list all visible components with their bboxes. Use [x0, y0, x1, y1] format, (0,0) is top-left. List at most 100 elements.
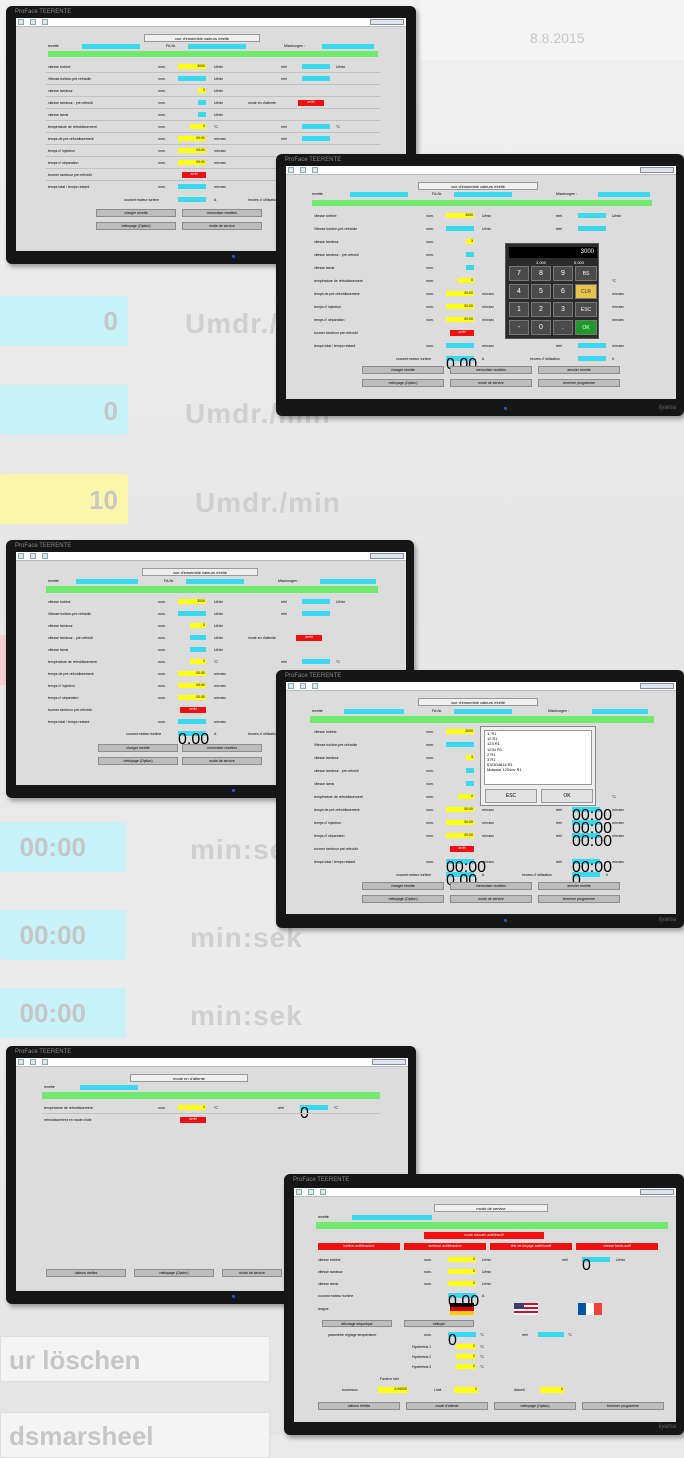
- keypad-display: 3000: [509, 247, 597, 258]
- us-flag-icon[interactable]: [514, 1303, 538, 1315]
- key-4[interactable]: 4: [509, 284, 529, 299]
- bg-value: 0: [103, 396, 118, 426]
- monitor-brand: ProFace TEERENTE: [15, 9, 72, 15]
- page-title: vue d'ensemble valeurs /réelle: [418, 698, 538, 706]
- page-title: vue d'ensemble valeurs /réelle: [142, 568, 258, 576]
- monitor-2: ProFace TEERENTE iiyama vue d'ensemble v…: [276, 154, 684, 416]
- save-recipes-button[interactable]: mémoriser recettes: [182, 209, 262, 217]
- cancel-recipe-button[interactable]: annuler recette: [538, 366, 620, 374]
- monitor-4: ProFace TEERENTE iiyama vue d'ensemble v…: [276, 670, 684, 928]
- setpoint-field[interactable]: [198, 112, 206, 117]
- actual-values-button[interactable]: valeurs réelles: [46, 1269, 126, 1277]
- monitor-6: ProFace TEERENTE iiyama mode de service …: [284, 1174, 684, 1435]
- key-1[interactable]: 1: [509, 302, 529, 317]
- numeric-keypad: 3000 3.000 6.000 7 8 9 BS 4 5 6 CLR 1 2 …: [505, 243, 599, 339]
- setpoint-field[interactable]: 00:00: [178, 160, 206, 165]
- hmi-screen: vue d'ensemble valeurs /réelle recette F…: [286, 166, 676, 399]
- row-label: vitesse turbine: [48, 65, 71, 69]
- actual-field: [302, 136, 330, 141]
- drum-toggle[interactable]: tambour actif/inactive: [404, 1243, 486, 1250]
- power-led: [232, 255, 235, 258]
- batches-field[interactable]: [322, 44, 374, 49]
- drum-precool-button[interactable]: arrêt: [182, 172, 206, 178]
- german-flag-icon[interactable]: [450, 1303, 474, 1315]
- bg-button: dsmarsheel: [0, 1412, 270, 1458]
- setpoint-field[interactable]: 0: [190, 124, 206, 129]
- row-label: temps de pré-refroidissement: [48, 137, 94, 141]
- turbine-toggle[interactable]: turbine actif/inactive: [318, 1243, 400, 1250]
- clear-key[interactable]: CLR: [575, 284, 597, 299]
- edit-icon[interactable]: [42, 19, 48, 25]
- page-title: vue d'ensemble valeurs /réelle: [418, 182, 538, 190]
- app-icon[interactable]: [18, 19, 24, 25]
- key-6[interactable]: 6: [553, 284, 573, 299]
- key-3[interactable]: 3: [553, 302, 573, 317]
- bg-time: 00:00: [19, 998, 87, 1028]
- sieve-toggle[interactable]: vitesse tamis actif: [576, 1243, 658, 1250]
- actual-field: [302, 76, 330, 81]
- row-label: temps total / temps restant: [48, 185, 90, 189]
- key-7[interactable]: 7: [509, 266, 529, 281]
- clean-button[interactable]: nettoyer: [404, 1320, 474, 1327]
- setpoint-field[interactable]: 3: [198, 88, 206, 93]
- setpoint-field[interactable]: [198, 100, 206, 105]
- bg-time: 00:00: [19, 920, 87, 950]
- actual-field: [302, 64, 330, 69]
- key-5[interactable]: 5: [531, 284, 551, 299]
- ok-key[interactable]: OK: [575, 320, 597, 335]
- dialog-escape-button[interactable]: ESC: [485, 789, 537, 803]
- key-9[interactable]: 9: [553, 266, 573, 281]
- sequence-display-button[interactable]: affichage séquelque: [322, 1320, 392, 1327]
- end-program-button[interactable]: terminer programme: [538, 379, 620, 387]
- key-2[interactable]: 2: [531, 302, 551, 317]
- service-mode-button[interactable]: mode de service: [182, 222, 262, 230]
- french-flag-icon[interactable]: [578, 1303, 602, 1315]
- status-bar: [48, 51, 378, 57]
- row-label: vitesse tambour - pré-refroidi: [48, 101, 93, 105]
- cleaning-button[interactable]: nettoyage (Option): [96, 222, 176, 230]
- row-label: Vitesse turbine-pré-refroidie: [48, 77, 92, 81]
- recipe-field[interactable]: [82, 44, 140, 49]
- row-label: tourner tambour pré-refroidir: [48, 173, 92, 177]
- waiting-mode-button[interactable]: mode d'attente: [406, 1402, 488, 1410]
- row-label: vitesse tamis: [48, 113, 69, 117]
- settings-icon[interactable]: [30, 19, 36, 25]
- datetime: [370, 19, 404, 25]
- page-title: vue d'ensemble valeurs /réelle: [144, 34, 260, 42]
- manual-mode-toggle[interactable]: mode manuel: actif/inactif: [424, 1232, 544, 1239]
- toolbar: [16, 18, 406, 27]
- setpoint-field[interactable]: 3000: [178, 64, 206, 69]
- fa-nr-field[interactable]: [188, 44, 246, 49]
- setpoint-field[interactable]: [178, 76, 206, 81]
- idle-cooling-button[interactable]: arrêt: [180, 1117, 206, 1123]
- hmi-screen: vue d'ensemble valeurs /réelle recette F…: [286, 682, 676, 914]
- current-field: [178, 197, 206, 202]
- actual-field: [302, 124, 330, 129]
- key-8[interactable]: 8: [531, 266, 551, 281]
- page-title: mode en d'attente: [130, 1074, 248, 1082]
- setpoint-field[interactable]: 00:00: [178, 136, 206, 141]
- fa-nr-label: FA-Nr.: [166, 44, 176, 48]
- key-0[interactable]: 0: [531, 320, 551, 335]
- backspace-key[interactable]: BS: [575, 266, 597, 281]
- escape-key[interactable]: ESC: [575, 302, 597, 317]
- row-label: vitesse tambour: [48, 89, 73, 93]
- standby-button[interactable]: arrêt: [298, 100, 324, 106]
- setpoint-field[interactable]: 00:00: [178, 148, 206, 153]
- decimal-key[interactable]: .: [553, 320, 573, 335]
- rinse-head-toggle[interactable]: tête de rinçage actif/inactif: [490, 1243, 572, 1250]
- background-header: 8.8.2015: [420, 0, 684, 60]
- bg-unit: Umdr./min: [195, 487, 341, 518]
- recipe-label: recette: [48, 44, 59, 48]
- setpoint-field[interactable]: [178, 184, 206, 189]
- list-item[interactable]: Material 1234ov R1: [487, 767, 591, 772]
- page-title: mode de service: [434, 1204, 548, 1212]
- bg-button: ur löschen: [0, 1336, 270, 1382]
- load-recipe-button[interactable]: charger recette: [96, 209, 176, 217]
- batches-label: Mischungen :: [284, 44, 305, 48]
- row-label: température de refroidissement: [48, 125, 97, 129]
- minus-key[interactable]: -: [509, 320, 529, 335]
- recipe-list[interactable]: 1. R1 12 R1 123 R1 1234 R1 2 R1 3 R1 ID0…: [484, 730, 592, 785]
- row-label: temps d' séparation: [48, 161, 79, 165]
- dialog-ok-button[interactable]: OK: [541, 789, 593, 803]
